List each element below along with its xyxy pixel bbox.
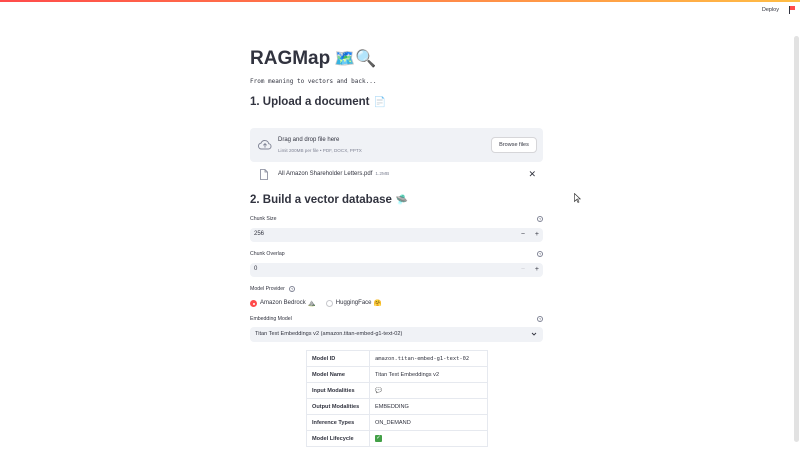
vector-db-heading-text: 2. Build a vector database [250, 194, 392, 206]
chunk-overlap-input[interactable]: 0 − + [250, 263, 543, 277]
chunk-size-decrement-button[interactable]: − [521, 230, 525, 239]
file-size: 1.2MB [375, 172, 390, 177]
page-subtitle: From meaning to vectors and back... [250, 78, 377, 85]
table-value-cell: amazon.titan-embed-g1-text-02 [369, 350, 488, 367]
upload-heading-text: 1. Upload a document [250, 96, 370, 108]
chunk-size-input[interactable]: 256 − + [250, 228, 543, 242]
file-name-text: All Amazon Shareholder Letters.pdf [278, 171, 373, 177]
main-content: RAGMap 🗺️🔍 From meaning to vectors and b… [250, 0, 543, 450]
chunk-size-help-icon[interactable]: ? [537, 216, 543, 222]
table-value-cell: EMBEDDING [369, 398, 488, 415]
mouse-cursor-icon [574, 193, 582, 203]
map-search-icon: 🗺️🔍 [334, 49, 377, 68]
radio-button[interactable] [325, 299, 333, 307]
scrollbar[interactable] [792, 18, 800, 450]
document-icon [260, 169, 268, 180]
file-dropzone[interactable]: Drag and drop file here Limit 200MB per … [250, 128, 543, 162]
model-provider-help-icon[interactable]: ? [289, 286, 295, 292]
upload-heading: 1. Upload a document 📄 [250, 96, 386, 108]
chunk-size-increment-button[interactable]: + [535, 230, 539, 239]
deploy-button[interactable]: Deploy [762, 7, 779, 13]
page-title-text: RAGMap [250, 48, 331, 69]
dropzone-title: Drag and drop file here [278, 137, 340, 143]
table-value-cell: ✓ [369, 430, 488, 447]
radio-label: HuggingFace [335, 300, 372, 306]
document-heading-icon: 📄 [373, 96, 386, 108]
embedding-model-select[interactable]: Titan Text Embeddings v2 (amazon.titan-e… [250, 327, 543, 342]
table-row: Model Name Titan Text Embeddings v2 [306, 366, 488, 383]
embedding-model-label: Embedding Model [250, 316, 292, 322]
table-key-cell: Model ID [306, 350, 370, 367]
table-value-cell: Titan Text Embeddings v2 [369, 366, 488, 383]
vector-db-heading: 2. Build a vector database 🛸 [250, 194, 408, 206]
chunk-overlap-label: Chunk Overlap [250, 251, 285, 257]
chunk-overlap-value[interactable]: 0 [254, 266, 257, 272]
table-row: Input Modalities 💬 [306, 382, 488, 399]
radio-amazon-bedrock[interactable]: Amazon Bedrock ⛰️ [250, 299, 316, 307]
table-row: Output Modalities EMBEDDING [306, 398, 488, 415]
table-key-cell: Inference Types [306, 414, 370, 431]
page-title: RAGMap 🗺️🔍 [250, 48, 377, 70]
chunk-overlap-help-icon[interactable]: ? [537, 251, 543, 257]
chevron-down-icon[interactable] [531, 331, 537, 337]
ufo-heading-icon: 🛸 [395, 194, 409, 206]
check-mark-icon: ✓ [375, 435, 382, 442]
embedding-model-help-icon[interactable]: ? [537, 316, 543, 322]
hugging-face-icon: 🤗 [373, 300, 382, 307]
dropzone-limit: Limit 200MB per file • PDF, DOCX, PPTX [278, 148, 362, 153]
model-details-table: Model ID amazon.titan-embed-g1-text-02 M… [306, 350, 488, 447]
radio-label: Amazon Bedrock [260, 300, 306, 306]
table-value-cell: ON_DEMAND [369, 414, 488, 431]
speech-bubble-icon: 💬 [369, 382, 488, 399]
chunk-size-value[interactable]: 256 [254, 231, 264, 237]
table-key-cell: Output Modalities [306, 398, 370, 415]
browse-files-button[interactable]: Browse files [491, 137, 537, 153]
model-provider-radio-group: Amazon Bedrock ⛰️ HuggingFace 🤗 [250, 297, 392, 309]
uploaded-file: All Amazon Shareholder Letters.pdf 1.2MB … [250, 167, 543, 183]
chunk-size-label: Chunk Size [250, 216, 277, 222]
embedding-model-selected-value[interactable]: Titan Text Embeddings v2 (amazon.titan-e… [255, 331, 402, 337]
table-row: Model ID amazon.titan-embed-g1-text-02 [306, 350, 488, 367]
table-key-cell: Model Name [306, 366, 370, 383]
flag-icon[interactable] [788, 6, 796, 14]
uploaded-file-name: All Amazon Shareholder Letters.pdf 1.2MB [278, 171, 389, 177]
chunk-overlap-decrement-button[interactable]: − [521, 265, 525, 274]
table-key-cell: Model Lifecycle [306, 430, 370, 447]
scrollbar-thumb[interactable] [794, 36, 799, 442]
remove-file-close-icon[interactable]: ✕ [528, 169, 536, 180]
table-key-cell: Input Modalities [306, 382, 370, 399]
mountain-icon: ⛰️ [307, 300, 316, 307]
radio-button-selected[interactable] [250, 299, 257, 307]
table-row: Model Lifecycle ✓ [306, 430, 488, 447]
table-row: Inference Types ON_DEMAND [306, 414, 488, 431]
cloud-upload-icon [257, 140, 272, 150]
radio-huggingface[interactable]: HuggingFace 🤗 [325, 299, 382, 307]
chunk-overlap-increment-button[interactable]: + [535, 265, 539, 274]
model-provider-label: Model Provider [250, 286, 285, 292]
